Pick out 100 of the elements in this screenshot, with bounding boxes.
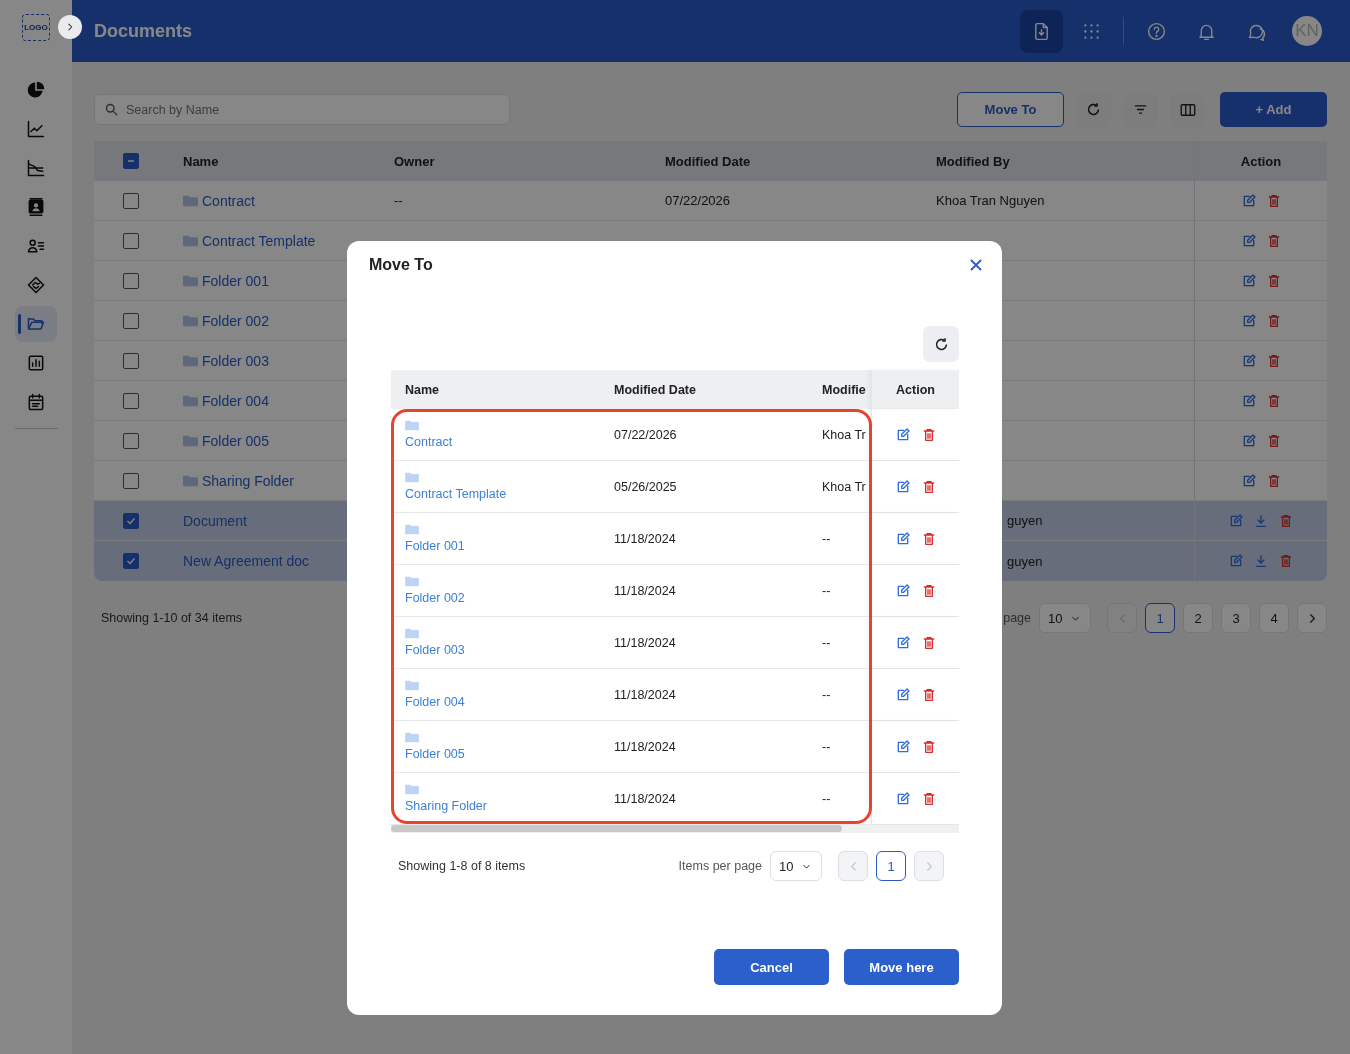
column-header: Owner bbox=[393, 152, 436, 171]
folder-icon bbox=[405, 524, 419, 535]
modifier-cell-text: Khoa Tr bbox=[821, 478, 867, 496]
row-checkbox[interactable] bbox=[123, 232, 139, 249]
page-button[interactable]: 1 bbox=[1145, 603, 1175, 633]
column-header: Name bbox=[182, 152, 220, 171]
dialog-title: Move To bbox=[369, 256, 433, 274]
folder-link[interactable]: Folder 002 bbox=[405, 591, 465, 605]
modifier-cell: guyen bbox=[1007, 513, 1043, 528]
folder-icon bbox=[183, 274, 198, 287]
row-checkbox[interactable] bbox=[123, 192, 139, 209]
row-checkbox[interactable] bbox=[123, 352, 139, 369]
folder-link[interactable]: Sharing Folder bbox=[405, 799, 487, 813]
add-button[interactable]: + Add bbox=[1220, 92, 1327, 127]
confirm-button[interactable]: Move here bbox=[844, 949, 959, 985]
row-checkbox[interactable] bbox=[123, 553, 139, 569]
column-header: Action bbox=[871, 370, 959, 409]
edit-icon[interactable] bbox=[1228, 553, 1244, 569]
refresh-button[interactable] bbox=[923, 326, 959, 362]
name-link[interactable]: Folder 001 bbox=[202, 272, 269, 289]
cancel-button[interactable]: Cancel bbox=[714, 949, 829, 985]
search-icon bbox=[104, 102, 119, 117]
folder-icon bbox=[405, 472, 419, 483]
folder-link[interactable]: Folder 004 bbox=[405, 695, 465, 709]
folder-link[interactable]: Contract bbox=[405, 435, 453, 449]
row-checkbox[interactable] bbox=[123, 312, 139, 329]
download-icon[interactable] bbox=[1253, 553, 1269, 569]
move-to-button[interactable]: Move To bbox=[957, 92, 1064, 127]
folder-icon bbox=[183, 234, 198, 247]
modifier-cell: guyen bbox=[1007, 553, 1043, 569]
date-cell-text: 11/18/2024 bbox=[613, 790, 677, 808]
date-cell-text: 11/18/2024 bbox=[613, 634, 677, 652]
page-button[interactable]: 4 bbox=[1259, 603, 1289, 633]
folder-icon bbox=[183, 474, 198, 487]
name-link[interactable]: Document bbox=[183, 512, 247, 529]
page-size-select[interactable]: 10 bbox=[1039, 603, 1091, 633]
modifier-cell-text: Khoa Tr bbox=[821, 426, 867, 444]
row-checkbox[interactable] bbox=[123, 272, 139, 289]
folder-icon bbox=[405, 576, 419, 587]
column-header: Modified Date bbox=[613, 381, 697, 399]
select-all-checkbox[interactable] bbox=[123, 153, 139, 169]
download-icon[interactable] bbox=[1253, 512, 1269, 529]
header-button[interactable] bbox=[1020, 9, 1063, 53]
person-list-icon bbox=[26, 236, 46, 256]
folder-icon bbox=[183, 194, 198, 207]
column-header: Modified By bbox=[935, 152, 1011, 171]
name-link[interactable]: Contract Template bbox=[202, 232, 316, 249]
name-link[interactable]: Folder 002 bbox=[202, 312, 269, 329]
delete-icon[interactable] bbox=[1278, 553, 1294, 569]
folder-icon bbox=[405, 784, 419, 795]
calendar-icon bbox=[26, 392, 46, 412]
modifier-cell-text: -- bbox=[821, 686, 832, 704]
modifier-cell-text: -- bbox=[821, 582, 832, 600]
sidebar-item[interactable] bbox=[15, 306, 57, 342]
delete-icon[interactable] bbox=[1278, 512, 1294, 529]
column-header: Name bbox=[404, 381, 441, 399]
logo: LOGO bbox=[22, 14, 50, 41]
name-link[interactable]: Sharing Folder bbox=[202, 472, 294, 489]
name-link[interactable]: Folder 005 bbox=[202, 432, 269, 449]
check-icon bbox=[125, 555, 137, 567]
name-link[interactable]: Folder 004 bbox=[202, 392, 269, 409]
date-cell-text: 05/26/2025 bbox=[613, 478, 678, 496]
folder-icon bbox=[183, 354, 198, 367]
folder-link[interactable]: Folder 005 bbox=[405, 747, 465, 761]
page-button[interactable]: 2 bbox=[1183, 603, 1213, 633]
column-header: Modifie bbox=[821, 381, 867, 399]
declining-chart-icon bbox=[26, 158, 46, 178]
row-checkbox[interactable] bbox=[123, 512, 139, 529]
folder-icon bbox=[183, 394, 198, 407]
date-cell-text: 07/22/2026 bbox=[664, 192, 732, 210]
column-header: Action bbox=[1194, 141, 1327, 181]
edit-icon[interactable] bbox=[1228, 512, 1244, 529]
page-size-select[interactable]: 10 bbox=[770, 851, 822, 881]
expand-button[interactable] bbox=[58, 15, 82, 39]
folder-icon bbox=[405, 732, 419, 743]
folder-link[interactable]: Folder 001 bbox=[405, 539, 465, 553]
name-link[interactable]: New Agreement doc bbox=[183, 553, 310, 569]
date-cell-text: 11/18/2024 bbox=[613, 738, 677, 756]
handshake-icon bbox=[26, 275, 46, 295]
row-checkbox[interactable] bbox=[123, 392, 139, 409]
items-per-page-label: page bbox=[1003, 611, 1031, 625]
refresh-icon bbox=[1085, 101, 1102, 118]
row-checkbox[interactable] bbox=[123, 432, 139, 449]
name-link[interactable]: Contract bbox=[202, 192, 255, 209]
search-field[interactable]: Search by Name bbox=[94, 94, 510, 125]
contact-card-icon bbox=[26, 197, 46, 217]
column-header: Modified Date bbox=[664, 152, 752, 171]
modifier-cell-text: -- bbox=[821, 530, 832, 548]
help-icon bbox=[1146, 20, 1167, 42]
folder-link[interactable]: Contract Template bbox=[405, 487, 507, 501]
page-button[interactable]: 1 bbox=[876, 851, 906, 881]
name-link[interactable]: Folder 003 bbox=[202, 352, 269, 369]
page-button[interactable]: 3 bbox=[1221, 603, 1251, 633]
modifier-cell-text: Khoa Tran Nguyen bbox=[935, 192, 1046, 210]
line-chart-icon bbox=[26, 119, 46, 139]
scrollbar[interactable] bbox=[391, 825, 842, 832]
item-count: Showing 1-10 of 34 items bbox=[100, 611, 244, 625]
page-title: Documents bbox=[94, 20, 193, 42]
row-checkbox[interactable] bbox=[123, 472, 139, 489]
folder-link[interactable]: Folder 003 bbox=[405, 643, 465, 657]
